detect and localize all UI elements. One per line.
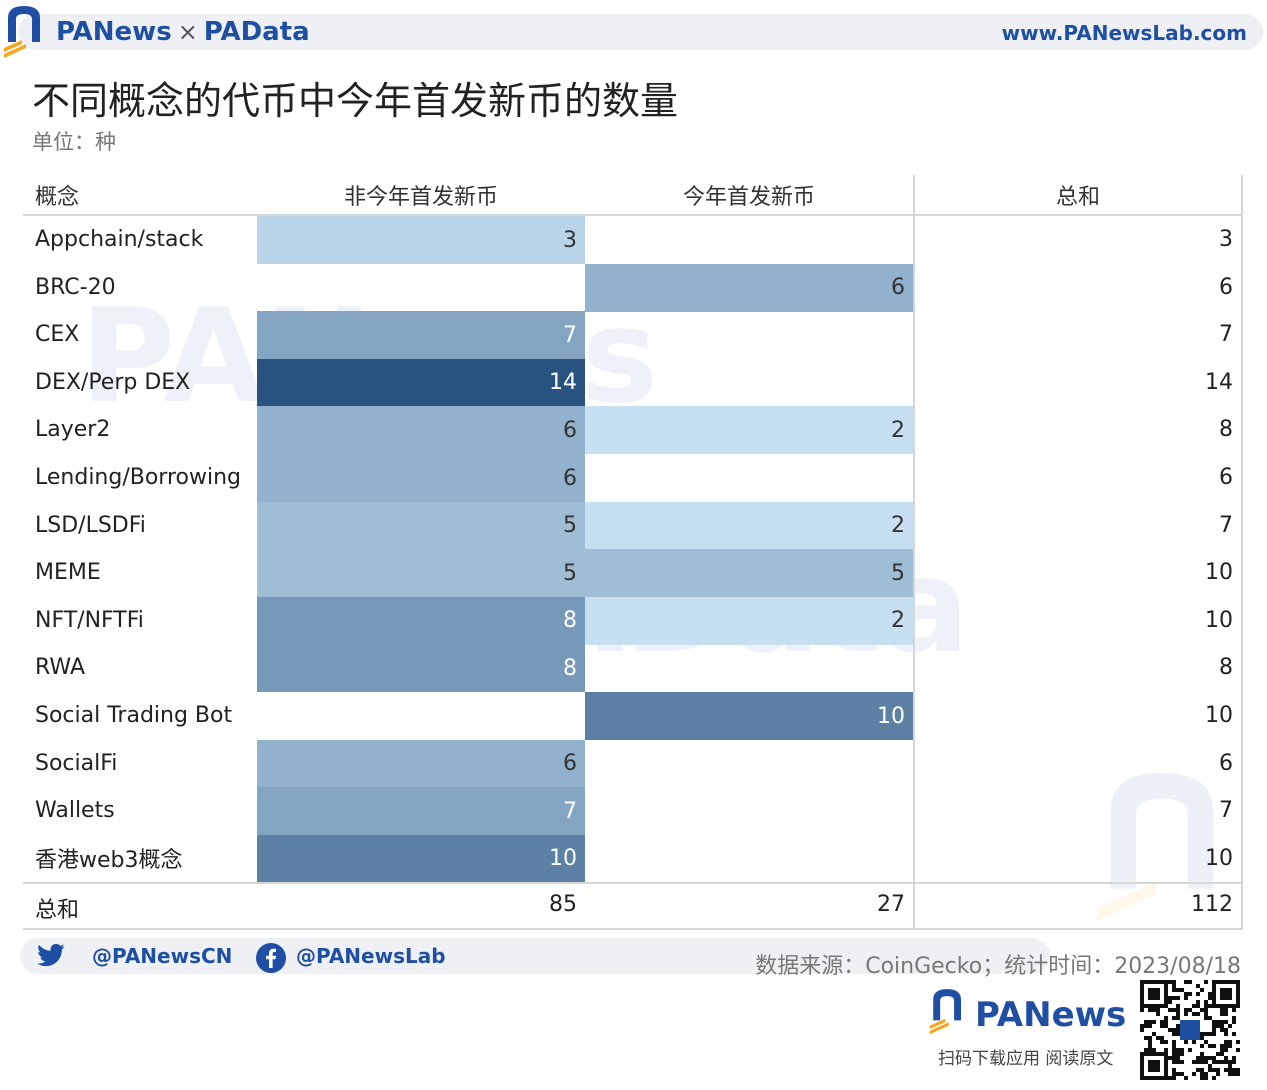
row-category: Social Trading Bot: [35, 703, 233, 728]
row-category: CEX: [35, 322, 80, 348]
cell-total: 3: [1219, 227, 1233, 252]
header-rule: [23, 214, 1243, 216]
cell-old: 8: [257, 596, 585, 645]
cell-total: 7: [1219, 322, 1233, 348]
cell-total: 10: [1205, 703, 1233, 728]
footer-slogan: 扫码下载应用 阅读原文: [938, 1049, 1114, 1069]
row-category: NFT/NFTFi: [35, 607, 144, 633]
row-category: Layer2: [35, 417, 111, 443]
cell-total: 10: [1205, 845, 1233, 871]
cell-total: 10: [1205, 607, 1233, 633]
totals-total: 112: [1191, 892, 1233, 918]
row-category: LSD/LSDFi: [35, 512, 146, 538]
cell-old: 7: [257, 787, 585, 836]
col-header-total: 总和: [1055, 185, 1100, 210]
cell-old: 6: [257, 739, 585, 788]
panews-logo-icon: [4, 6, 40, 58]
totals-rule: [23, 882, 1243, 885]
twitter-handle[interactable]: @PANewsCN: [92, 944, 232, 968]
cell-total: 7: [1219, 512, 1233, 538]
row-category: BRC-20: [35, 274, 116, 300]
data-source: 数据来源：CoinGecko；统计时间：2023/08/18: [755, 954, 1241, 979]
qr-code-icon[interactable]: [1140, 980, 1240, 1080]
cell-new: 2: [585, 596, 913, 645]
row-category: MEME: [35, 560, 101, 586]
row-category: RWA: [35, 655, 85, 681]
row-category: DEX/Perp DEX: [35, 369, 191, 395]
cell-new: 6: [585, 263, 913, 312]
cell-total: 7: [1219, 798, 1233, 824]
row-category: Lending/Borrowing: [35, 465, 241, 490]
cell-total: 6: [1219, 274, 1233, 300]
cell-new: 2: [585, 501, 913, 550]
cell-old: 8: [257, 644, 585, 693]
cell-old: 7: [257, 311, 585, 360]
brand-separator: ×: [177, 18, 198, 46]
row-category: SocialFi: [35, 750, 118, 776]
totals-new: 27: [877, 892, 905, 918]
col-header-old: 非今年首发新币: [343, 185, 498, 210]
bottom-rule: [23, 928, 1243, 931]
cell-total: 6: [1219, 465, 1233, 490]
totals-label: 总和: [35, 898, 80, 924]
site-url-link[interactable]: www.PANewsLab.com: [1002, 21, 1247, 45]
row-category: 香港web3概念: [35, 848, 183, 874]
total-col-divider: [913, 175, 915, 929]
cell-old: 5: [257, 501, 585, 550]
data-table: 概念 非今年首发新币 今年首发新币 总和 Appchain/stack 3 3 BRC…: [23, 175, 1243, 932]
cell-total: 14: [1205, 369, 1233, 395]
cell-old: 6: [257, 406, 585, 455]
cell-new: 2: [585, 406, 913, 455]
col-header-new: 今年首发新币: [682, 185, 815, 210]
facebook-icon[interactable]: [256, 943, 286, 973]
twitter-icon[interactable]: [36, 943, 66, 969]
cell-total: 8: [1219, 417, 1233, 443]
row-category: Appchain/stack: [35, 227, 204, 252]
cell-total: 8: [1219, 655, 1233, 681]
col-header-concept: 概念: [35, 185, 80, 210]
row-category: Wallets: [35, 798, 115, 824]
brand-panews: PANews: [56, 17, 172, 47]
header-brand: PANews × PAData: [56, 17, 310, 47]
totals-old: 85: [549, 892, 577, 918]
cell-old: 3: [257, 216, 585, 265]
brand-padata: PAData: [203, 17, 310, 47]
cell-old: 6: [257, 454, 585, 503]
cell-new: 5: [585, 549, 913, 598]
panews-footer-logo-icon: [929, 989, 962, 1035]
facebook-handle[interactable]: @PANewsLab: [296, 944, 446, 968]
cell-old: 5: [257, 549, 585, 598]
chart-unit: 单位：种: [32, 130, 116, 154]
cell-old: 10: [257, 834, 585, 883]
right-border: [1241, 175, 1243, 929]
cell-old: 14: [257, 358, 585, 407]
cell-new: 10: [585, 692, 913, 741]
footer-brand: PANews: [975, 995, 1127, 1035]
cell-total: 10: [1205, 560, 1233, 586]
chart-title: 不同概念的代币中今年首发新币的数量: [32, 79, 679, 123]
cell-total: 6: [1219, 750, 1233, 776]
